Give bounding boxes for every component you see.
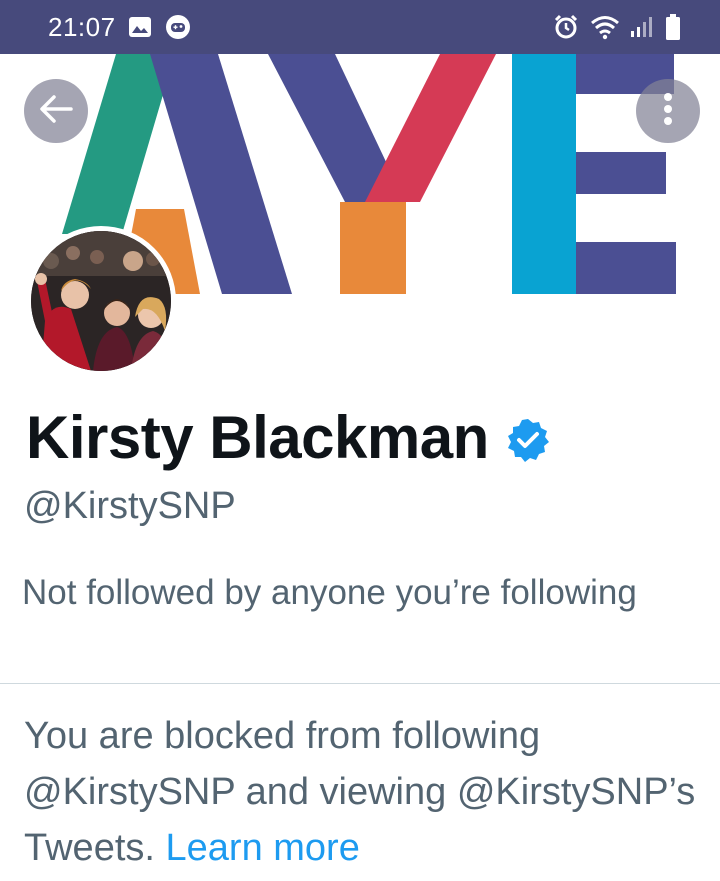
- arrow-left-icon: [39, 94, 73, 129]
- wifi-icon: [590, 14, 620, 40]
- status-bar: 21:07: [0, 0, 720, 54]
- divider: [0, 683, 720, 684]
- status-time: 21:07: [48, 11, 116, 42]
- banner-letter-e-bottom-bar: [576, 242, 676, 294]
- followers-note: Not followed by anyone you’re following: [22, 573, 637, 612]
- vertical-ellipsis-icon: [663, 92, 673, 131]
- battery-icon: [666, 14, 680, 40]
- banner-letter-a-left-stroke: [62, 54, 175, 234]
- more-options-button[interactable]: [636, 79, 700, 143]
- back-button[interactable]: [24, 79, 88, 143]
- banner-letter-e-spine: [512, 54, 576, 294]
- avatar-photo: [31, 231, 171, 371]
- banner-letter-y-stem: [340, 202, 406, 294]
- profile-handle: @KirstySNP: [24, 485, 236, 527]
- gallery-icon: [128, 16, 152, 38]
- status-right: [552, 13, 680, 41]
- alarm-icon: [552, 13, 580, 41]
- status-left: 21:07: [48, 12, 192, 43]
- verified-badge-icon[interactable]: [505, 417, 551, 463]
- game-controller-icon: [164, 13, 192, 41]
- banner-letter-y-right-arm: [365, 54, 496, 202]
- banner-letter-e-middle-bar: [576, 152, 666, 194]
- signal-icon: [630, 15, 656, 39]
- avatar[interactable]: [26, 226, 176, 376]
- blocked-message: You are blocked from following @KirstySN…: [24, 708, 704, 876]
- display-name: Kirsty Blackman: [26, 404, 489, 471]
- learn-more-link[interactable]: Learn more: [166, 827, 360, 869]
- name-row: Kirsty Blackman: [26, 402, 551, 474]
